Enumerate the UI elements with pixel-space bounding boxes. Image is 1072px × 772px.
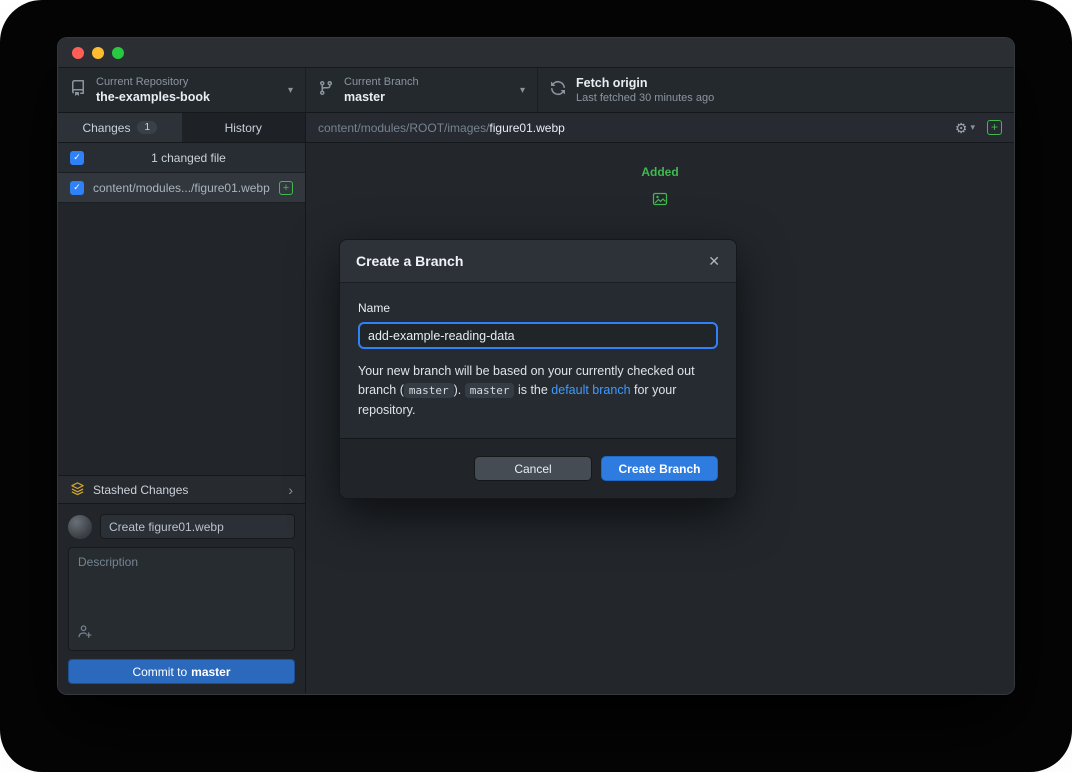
- branch-name-label: Name: [358, 301, 718, 315]
- fetch-origin-button[interactable]: Fetch origin Last fetched 30 minutes ago: [538, 68, 1014, 112]
- branch-text: Current Branch master: [344, 75, 419, 106]
- gear-icon: ⚙: [955, 121, 968, 135]
- summary-row: [68, 514, 295, 539]
- chevron-down-icon: ▾: [520, 85, 525, 96]
- chevron-down-icon: ▾: [970, 122, 975, 133]
- create-branch-dialog: Create a Branch ✕ Name Your new branch w…: [339, 239, 737, 499]
- dialog-header: Create a Branch ✕: [340, 240, 736, 283]
- default-branch-link[interactable]: default branch: [551, 383, 630, 397]
- github-desktop-window: Current Repository the-examples-book ▾ C…: [57, 37, 1015, 695]
- commit-form: Commit to master: [58, 504, 305, 694]
- changed-file-row[interactable]: ✓ content/modules.../figure01.webp +: [58, 173, 305, 203]
- select-all-checkbox[interactable]: ✓: [70, 151, 84, 165]
- image-preview-icon: [652, 191, 668, 212]
- branch-label: Current Branch: [344, 75, 419, 89]
- file-name: content/modules.../figure01.webp: [93, 181, 270, 195]
- added-file-icon[interactable]: +: [987, 120, 1002, 135]
- zoom-window-button[interactable]: [112, 47, 124, 59]
- dialog-footer: Cancel Create Branch: [340, 438, 736, 498]
- sync-icon: [550, 80, 566, 101]
- branch-code: master: [404, 383, 454, 398]
- commit-summary-input[interactable]: [100, 514, 295, 539]
- desc-text: is the: [514, 383, 551, 397]
- add-coauthor-icon[interactable]: [77, 624, 92, 644]
- dialog-body: Name Your new branch will be based on yo…: [340, 283, 736, 438]
- diff-options-button[interactable]: ⚙ ▾: [955, 121, 975, 135]
- file-added-status-icon: +: [279, 181, 293, 195]
- stashed-changes-label: Stashed Changes: [93, 483, 188, 497]
- dialog-title: Create a Branch: [356, 253, 463, 269]
- changed-files-summary: 1 changed file: [84, 151, 293, 165]
- tab-changes-label: Changes: [82, 121, 130, 135]
- close-window-button[interactable]: [72, 47, 84, 59]
- select-all-row: ✓ 1 changed file: [58, 143, 305, 173]
- current-branch-selector[interactable]: Current Branch master ▾: [306, 68, 538, 112]
- sidebar: Changes 1 History ✓ 1 changed file ✓ con…: [58, 113, 306, 694]
- toolbar: Current Repository the-examples-book ▾ C…: [58, 68, 1014, 113]
- check-icon: ✓: [73, 182, 81, 193]
- branch-description-text: Your new branch will be based on your cu…: [358, 362, 718, 420]
- changes-count-badge: 1: [137, 121, 157, 134]
- minimize-window-button[interactable]: [92, 47, 104, 59]
- avatar: [68, 515, 92, 539]
- branch-code: master: [465, 383, 515, 398]
- diff-status-label: Added: [641, 165, 678, 179]
- commit-button-branch: master: [191, 665, 230, 679]
- repository-text: Current Repository the-examples-book: [96, 75, 210, 106]
- repository-name: the-examples-book: [96, 89, 210, 105]
- create-branch-button[interactable]: Create Branch: [601, 456, 718, 481]
- stashed-changes-row[interactable]: Stashed Changes ›: [58, 475, 305, 504]
- repository-label: Current Repository: [96, 75, 210, 89]
- header-actions: ⚙ ▾ +: [955, 120, 1002, 135]
- tab-changes[interactable]: Changes 1: [58, 113, 182, 142]
- stash-icon: [70, 481, 85, 499]
- commit-button-prefix: Commit to: [132, 665, 187, 679]
- description-box: [68, 547, 295, 651]
- file-path-prefix: content/modules/ROOT/images/: [318, 121, 489, 135]
- fetch-label: Fetch origin: [576, 75, 714, 91]
- file-checkbox[interactable]: ✓: [70, 181, 84, 195]
- file-path-header: content/modules/ROOT/images/ figure01.we…: [306, 113, 1014, 143]
- cancel-button[interactable]: Cancel: [474, 456, 592, 481]
- sidebar-tabs: Changes 1 History: [58, 113, 305, 143]
- branch-name: master: [344, 89, 419, 105]
- current-repository-selector[interactable]: Current Repository the-examples-book ▾: [58, 68, 306, 112]
- fetch-text: Fetch origin Last fetched 30 minutes ago: [576, 75, 714, 106]
- commit-button[interactable]: Commit to master: [68, 659, 295, 684]
- tab-history-label: History: [225, 121, 262, 135]
- file-path-name: figure01.webp: [489, 121, 564, 135]
- git-branch-icon: [318, 80, 334, 101]
- fetch-status: Last fetched 30 minutes ago: [576, 91, 714, 105]
- chevron-right-icon: ›: [288, 483, 293, 497]
- sidebar-empty-area: [58, 203, 305, 475]
- branch-name-input[interactable]: [358, 322, 718, 349]
- chevron-down-icon: ▾: [288, 85, 293, 96]
- check-icon: ✓: [73, 152, 81, 163]
- commit-description-input[interactable]: [69, 548, 294, 622]
- repo-icon: [70, 80, 86, 101]
- close-icon[interactable]: ✕: [708, 253, 720, 270]
- tab-history[interactable]: History: [182, 113, 306, 142]
- desc-text: ).: [454, 383, 465, 397]
- titlebar: [58, 38, 1014, 68]
